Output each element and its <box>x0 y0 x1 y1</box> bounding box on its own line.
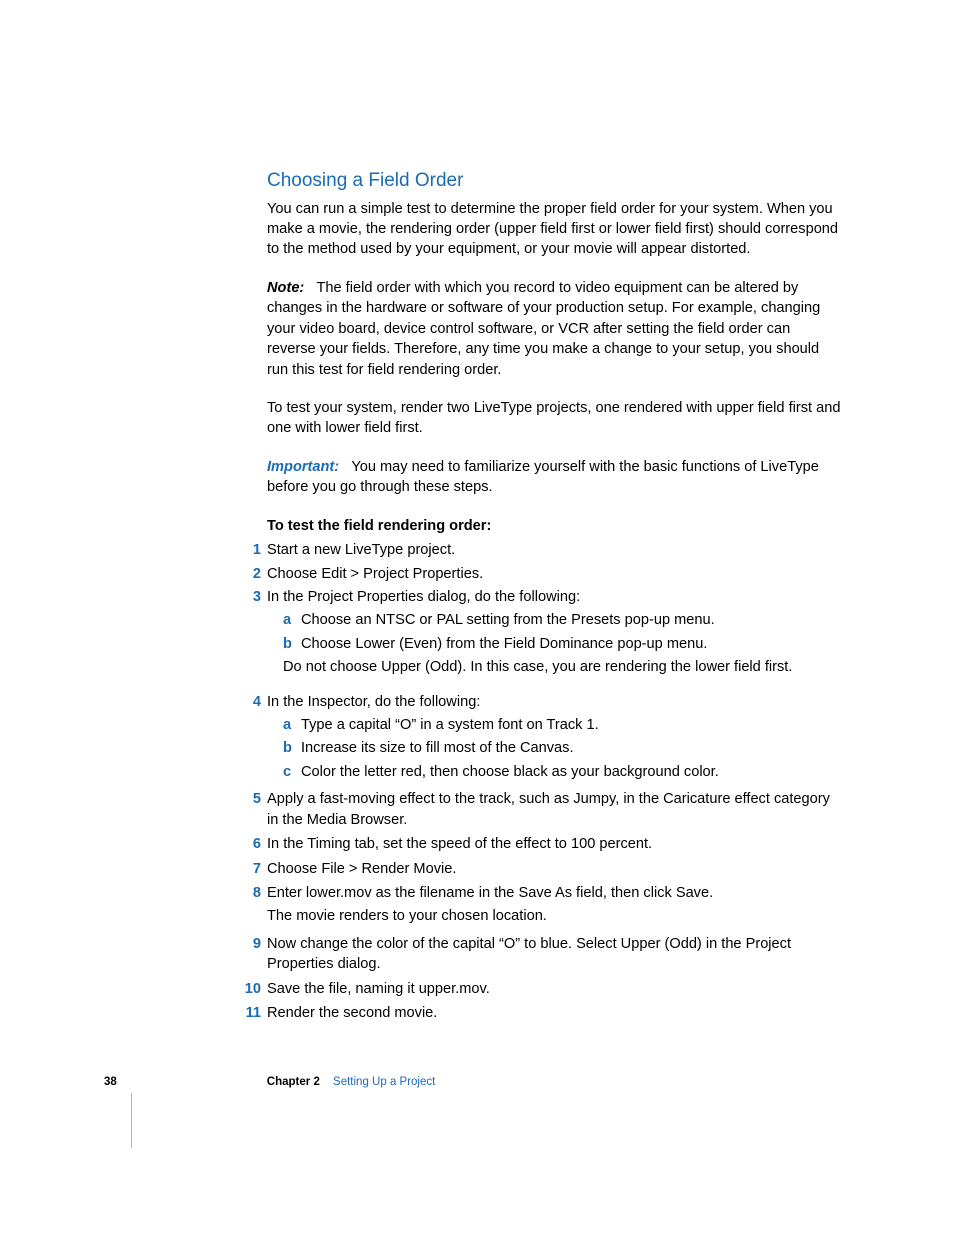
chapter-line: Chapter 2 Setting Up a Project <box>267 1074 436 1090</box>
step-number: 3 <box>239 587 261 607</box>
step-11: 11 Render the second movie. <box>267 1003 842 1023</box>
step-body: Now change the color of the capital “O” … <box>267 934 842 975</box>
step-number: 1 <box>239 540 261 560</box>
page-number: 38 <box>104 1074 117 1090</box>
step-body: Choose File > Render Movie. <box>267 859 842 879</box>
step-3: 3 In the Project Properties dialog, do t… <box>267 587 842 678</box>
step-number: 6 <box>239 834 261 854</box>
substep-4a: a Type a capital “O” in a system font on… <box>283 715 842 735</box>
substep-body: Choose Lower (Even) from the Field Domin… <box>301 634 842 654</box>
step-body: Render the second movie. <box>267 1003 842 1023</box>
step-number: 4 <box>239 692 261 712</box>
step-body: Start a new LiveType project. <box>267 540 842 560</box>
steps-title: To test the field rendering order: <box>267 516 842 536</box>
substep-letter: b <box>283 634 295 654</box>
intro-paragraph: You can run a simple test to determine t… <box>267 199 842 260</box>
step-7: 7 Choose File > Render Movie. <box>267 859 842 879</box>
step-2: 2 Choose Edit > Project Properties. <box>267 564 842 584</box>
substep-letter: a <box>283 715 295 735</box>
step-body: Choose Edit > Project Properties. <box>267 564 842 584</box>
step-6: 6 In the Timing tab, set the speed of th… <box>267 834 842 854</box>
step-number: 9 <box>239 934 261 954</box>
step-lead: In the Project Properties dialog, do the… <box>267 587 842 607</box>
substep-body: Increase its size to fill most of the Ca… <box>301 738 842 758</box>
note-body: The field order with which you record to… <box>267 280 820 378</box>
step-body: In the Timing tab, set the speed of the … <box>267 834 842 854</box>
note-label: Note: <box>267 280 304 296</box>
step-10: 10 Save the file, naming it upper.mov. <box>267 979 842 999</box>
step-body: Save the file, naming it upper.mov. <box>267 979 842 999</box>
step-body: In the Project Properties dialog, do the… <box>267 587 842 678</box>
substep-3b: b Choose Lower (Even) from the Field Dom… <box>283 634 842 654</box>
step-5: 5 Apply a fast-moving effect to the trac… <box>267 789 842 830</box>
step-4: 4 In the Inspector, do the following: a … <box>267 692 842 786</box>
substep-body: Choose an NTSC or PAL setting from the P… <box>301 610 842 630</box>
step-number: 11 <box>239 1003 261 1023</box>
important-paragraph: Important: You may need to familiarize y… <box>267 457 842 498</box>
footer-rule <box>131 1093 132 1148</box>
chapter-label: Chapter 2 <box>267 1076 320 1088</box>
substep-3a: a Choose an NTSC or PAL setting from the… <box>283 610 842 630</box>
chapter-title: Setting Up a Project <box>333 1076 435 1088</box>
substep-letter: a <box>283 610 295 630</box>
step-number: 8 <box>239 883 261 903</box>
substep-body: Type a capital “O” in a system font on T… <box>301 715 842 735</box>
step-body: Apply a fast-moving effect to the track,… <box>267 789 842 830</box>
step-1: 1 Start a new LiveType project. <box>267 540 842 560</box>
page-footer: 38 Chapter 2 Setting Up a Project <box>104 1074 435 1090</box>
substep-body: Color the letter red, then choose black … <box>301 762 842 782</box>
step-number: 2 <box>239 564 261 584</box>
step-tail: The movie renders to your chosen locatio… <box>267 906 842 926</box>
substep-letter: b <box>283 738 295 758</box>
substep-4b: b Increase its size to fill most of the … <box>283 738 842 758</box>
note-paragraph: Note: The field order with which you rec… <box>267 278 842 380</box>
document-page: Choosing a Field Order You can run a sim… <box>0 0 954 1235</box>
step-lead: In the Inspector, do the following: <box>267 692 842 712</box>
substep-4c: c Color the letter red, then choose blac… <box>283 762 842 782</box>
step-number: 10 <box>239 979 261 999</box>
step-number: 5 <box>239 789 261 809</box>
step-9: 9 Now change the color of the capital “O… <box>267 934 842 975</box>
important-label: Important: <box>267 459 339 475</box>
content-column: Choosing a Field Order You can run a sim… <box>267 168 842 1027</box>
step-body: Enter lower.mov as the filename in the S… <box>267 883 842 930</box>
step-8: 8 Enter lower.mov as the filename in the… <box>267 883 842 930</box>
section-heading: Choosing a Field Order <box>267 168 842 195</box>
substep-letter: c <box>283 762 295 782</box>
step-number: 7 <box>239 859 261 879</box>
step-lead: Enter lower.mov as the filename in the S… <box>267 883 842 903</box>
step-body: In the Inspector, do the following: a Ty… <box>267 692 842 786</box>
step-tail: Do not choose Upper (Odd). In this case,… <box>283 657 842 677</box>
test-paragraph: To test your system, render two LiveType… <box>267 398 842 439</box>
